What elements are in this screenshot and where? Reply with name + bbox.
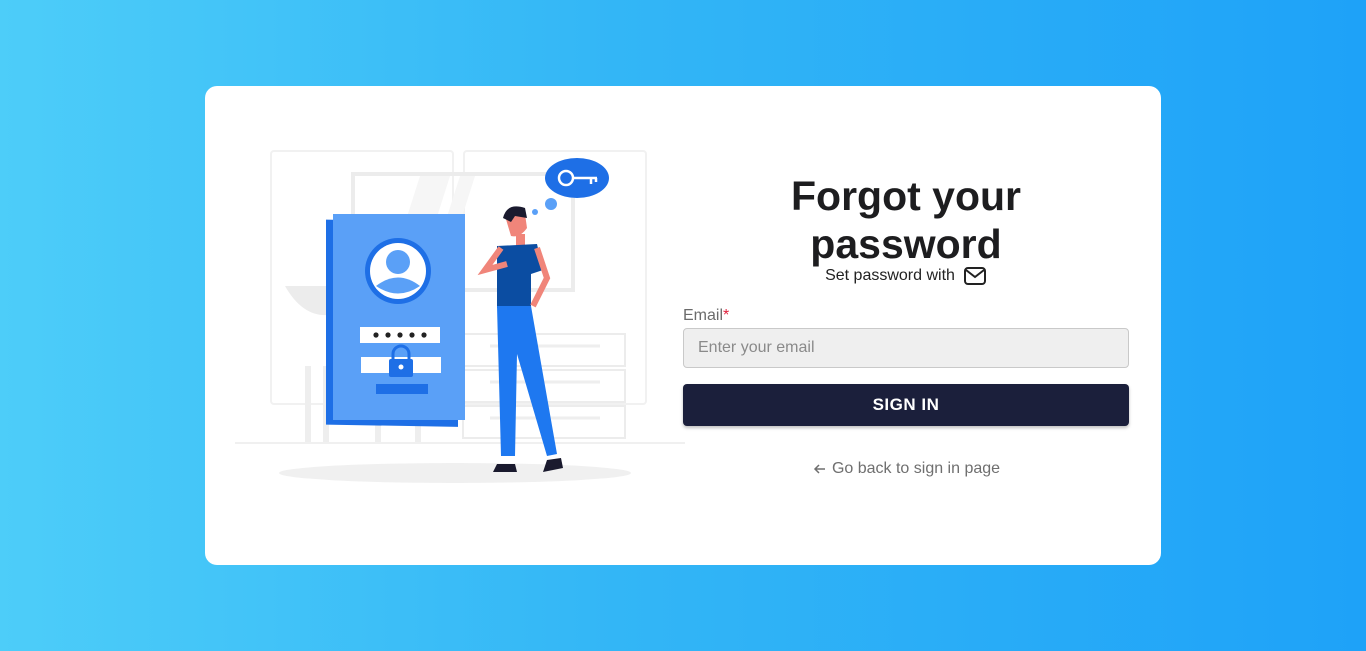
page-title: Forgot your password [683, 172, 1129, 268]
arrow-left-icon [812, 461, 828, 477]
email-label-text: Email [683, 307, 724, 324]
email-input[interactable] [683, 328, 1129, 368]
back-to-sign-in-link[interactable]: Go back to sign in page [683, 460, 1129, 478]
required-mark: * [723, 307, 730, 324]
email-label: Email* [683, 307, 729, 325]
mail-icon [963, 266, 987, 286]
subtitle-text: Set password with [825, 267, 955, 284]
back-link-label: Go back to sign in page [831, 460, 1001, 477]
title-line-1: Forgot your [790, 173, 1022, 219]
forgot-password-illustration [235, 150, 685, 483]
subtitle: Set password with [683, 266, 1129, 286]
sign-in-button[interactable]: SIGN IN [683, 384, 1129, 426]
title-line-2: password [810, 221, 1002, 267]
forgot-password-card: Forgot your password Set password with E… [205, 86, 1161, 565]
forgot-password-form: Forgot your password Set password with E… [683, 86, 1129, 565]
